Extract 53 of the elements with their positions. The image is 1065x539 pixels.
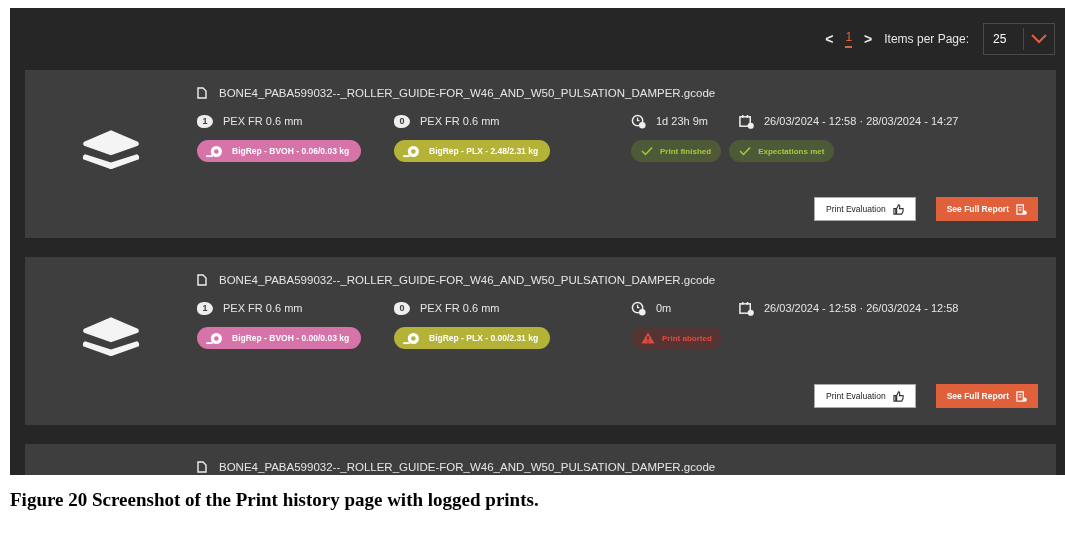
spool-icon — [205, 144, 224, 158]
items-per-page-select[interactable]: 25 — [983, 23, 1055, 55]
calendar-icon — [739, 300, 754, 316]
file-name: BONE4_PABA599032--_ROLLER_GUIDE-FOR_W46_AND_W50_PULSATION_DAMPER.gcode — [219, 461, 716, 473]
page-number[interactable]: 1 — [845, 30, 853, 48]
file-name: BONE4_PABA599032--_ROLLER_GUIDE-FOR_W46_AND_W50_PULSATION_DAMPER.gcode — [219, 87, 716, 99]
check-icon — [641, 146, 653, 156]
material-tag: BigRep - BVOH - 0.00/0.03 kg — [197, 327, 362, 349]
calendar-icon — [739, 113, 754, 129]
thumbs-up-icon — [892, 390, 904, 402]
extruder-icon: 1 — [197, 301, 213, 315]
next-page-button[interactable]: > — [864, 31, 873, 47]
clock-icon — [631, 300, 646, 316]
layers-icon — [80, 129, 142, 171]
nozzle-label: PEX FR 0.6 mm — [223, 302, 303, 314]
spool-icon — [402, 144, 421, 158]
thumbs-up-icon — [892, 203, 904, 215]
see-full-report-button[interactable]: See Full Report — [935, 384, 1038, 408]
print-evaluation-button[interactable]: Print Evaluation — [814, 384, 916, 408]
previous-page-button[interactable]: < — [825, 31, 834, 47]
extruder-icon: 0 — [394, 301, 410, 315]
material-tag: BigRep - PLX - 0.00/2.31 kg — [394, 327, 551, 349]
status-tag: Expectations met — [729, 140, 835, 162]
chevron-down-icon — [1031, 34, 1047, 44]
status-tag: Print aborted — [631, 327, 722, 349]
see-full-report-button[interactable]: See Full Report — [935, 197, 1038, 221]
layers-icon — [80, 316, 142, 358]
report-icon — [1016, 390, 1027, 402]
nozzle-label: PEX FR 0.6 mm — [420, 302, 500, 314]
check-icon — [739, 146, 752, 156]
duration-label: 1d 23h 9m — [656, 115, 708, 127]
spool-icon — [205, 331, 224, 345]
report-icon — [1016, 203, 1027, 215]
print-evaluation-button[interactable]: Print Evaluation — [814, 197, 916, 221]
figure-caption: Figure 20 Screenshot of the Print history page with logged prints. — [10, 489, 540, 511]
duration-label: 0m — [656, 302, 672, 314]
file-name: BONE4_PABA599032--_ROLLER_GUIDE-FOR_W46_AND_W50_PULSATION_DAMPER.gcode — [219, 274, 716, 286]
items-per-page-label: Items per Page: — [884, 32, 969, 46]
warning-icon — [641, 332, 655, 344]
extruder-icon: 0 — [394, 114, 410, 128]
spool-icon — [402, 331, 421, 345]
material-tag: BigRep - BVOH - 0.06/0.03 kg — [197, 140, 362, 162]
date-range: 26/03/2024 - 12:58 · 26/03/2024 - 12:58 — [764, 302, 959, 314]
file-icon — [197, 274, 207, 286]
nozzle-label: PEX FR 0.6 mm — [420, 115, 500, 127]
status-tag: Print finished — [631, 140, 722, 162]
date-range: 26/03/2024 - 12:58 · 28/03/2024 - 14:27 — [764, 115, 959, 127]
file-icon — [197, 461, 207, 473]
material-tag: BigRep - PLX - 2.48/2.31 kg — [394, 140, 551, 162]
clock-icon — [631, 113, 646, 129]
extruder-icon: 1 — [197, 114, 213, 128]
nozzle-label: PEX FR 0.6 mm — [223, 115, 303, 127]
file-icon — [197, 87, 207, 99]
